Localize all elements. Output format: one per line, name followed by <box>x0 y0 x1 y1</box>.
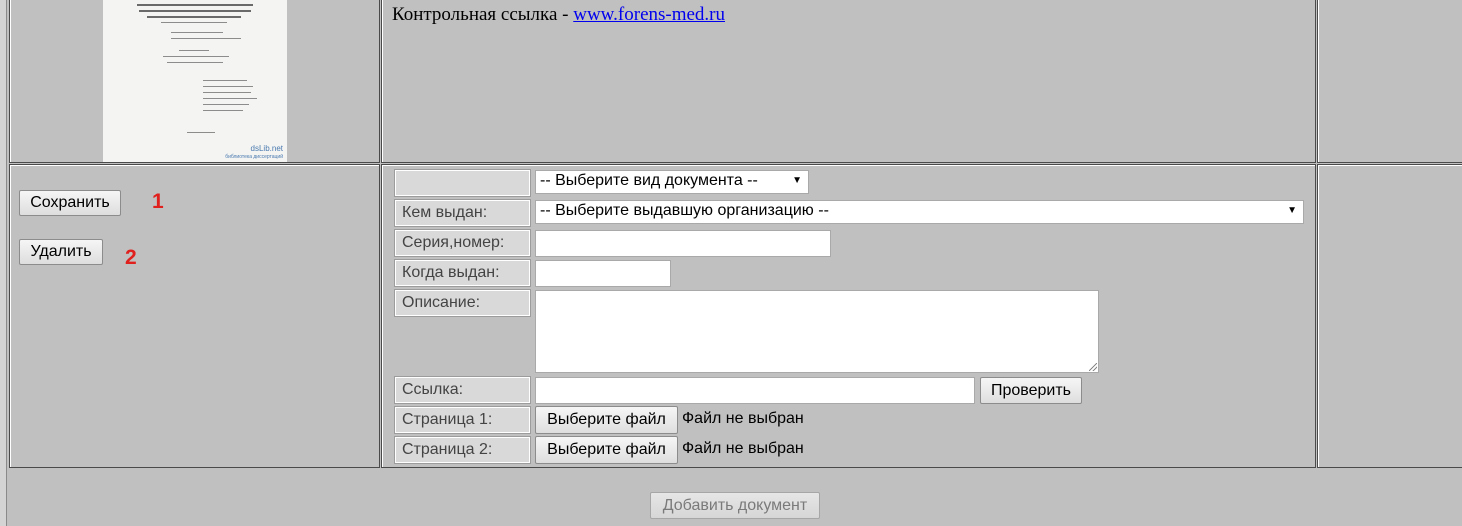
annotation-marker-1: 1 <box>152 190 164 213</box>
delete-button[interactable]: Удалить <box>19 239 103 265</box>
dslib-logo: dsLib.net <box>250 144 283 153</box>
check-link-button[interactable]: Проверить <box>980 377 1082 404</box>
add-document-button[interactable]: Добавить документ <box>650 492 820 519</box>
issuer-select[interactable]: -- Выберите выдавшую организацию -- ▼ <box>535 200 1304 224</box>
link-label: Ссылка: <box>394 376 531 404</box>
description-label: Описание: <box>394 289 531 317</box>
dslib-caption: библиотека диссертаций <box>225 154 283 160</box>
issued-date-label: Когда выдан: <box>394 259 531 287</box>
resize-handle-icon[interactable] <box>1089 363 1097 371</box>
page2-label: Страница 2: <box>394 436 531 464</box>
issuer-selected: -- Выберите выдавшую организацию -- <box>540 202 829 219</box>
dropdown-arrow-icon: ▼ <box>1287 205 1297 216</box>
doc-type-selected: -- Выберите вид документа -- <box>540 172 758 189</box>
page1-label: Страница 1: <box>394 406 531 434</box>
page2-choose-file-button[interactable]: Выберите файл <box>535 436 678 464</box>
control-link-line: Контрольная ссылка - www.forens-med.ru <box>392 4 725 26</box>
link-input[interactable] <box>535 377 975 404</box>
right-empty-cell-form <box>1317 164 1462 468</box>
issued-date-input[interactable] <box>535 260 671 287</box>
page1-choose-file-button[interactable]: Выберите файл <box>535 406 678 434</box>
page2-file-status: Файл не выбран <box>682 440 804 457</box>
right-empty-cell-top <box>1317 0 1462 163</box>
series-input[interactable] <box>535 230 831 257</box>
page1-file-status: Файл не выбран <box>682 410 804 427</box>
doc-type-label <box>394 169 531 197</box>
annotation-marker-2: 2 <box>125 246 137 269</box>
window-left-edge <box>0 0 7 526</box>
description-textarea[interactable] <box>535 290 1099 373</box>
issuer-label: Кем выдан: <box>394 199 531 227</box>
save-button[interactable]: Сохранить <box>19 190 121 216</box>
control-link-prefix: Контрольная ссылка - <box>392 4 574 25</box>
document-thumbnail[interactable]: dsLib.net библиотека диссертаций <box>103 0 287 162</box>
dropdown-arrow-icon: ▼ <box>792 175 802 186</box>
control-link[interactable]: www.forens-med.ru <box>573 4 725 25</box>
series-label: Серия,номер: <box>394 229 531 257</box>
doc-type-select[interactable]: -- Выберите вид документа -- ▼ <box>535 170 809 194</box>
